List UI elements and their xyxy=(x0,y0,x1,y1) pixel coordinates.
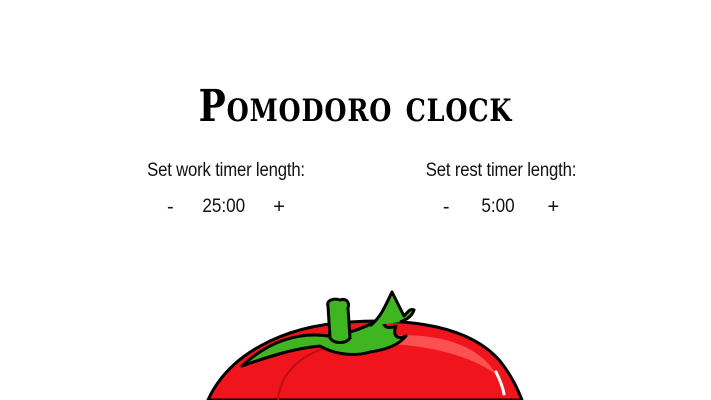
rest-timer-value: 5:00 xyxy=(481,196,516,217)
rest-timer-controls: - 5:00 + xyxy=(381,196,621,218)
work-increment-button[interactable]: + xyxy=(269,197,289,217)
rest-timer-label: Set rest timer length: xyxy=(425,160,577,181)
work-timer-label: Set work timer length: xyxy=(147,160,305,181)
rest-timer-setting: Set rest timer length: - 5:00 + xyxy=(381,160,621,218)
work-timer-value: 25:00 xyxy=(202,196,245,217)
rest-increment-button[interactable]: + xyxy=(543,197,563,217)
page-title: Pomodoro clock xyxy=(198,81,513,133)
rest-decrement-button[interactable]: - xyxy=(439,197,454,217)
work-timer-setting: Set work timer length: - 25:00 + xyxy=(106,160,346,218)
work-timer-controls: - 25:00 + xyxy=(106,196,346,218)
work-decrement-button[interactable]: - xyxy=(163,197,178,217)
tomato-clock-icon[interactable] xyxy=(200,286,530,400)
